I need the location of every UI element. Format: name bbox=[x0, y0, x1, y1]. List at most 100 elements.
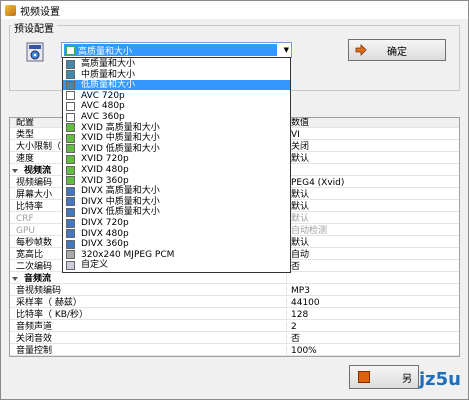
app-icon bbox=[5, 4, 16, 16]
grid-key: 关闭音效 bbox=[16, 334, 53, 344]
divx-icon bbox=[66, 197, 75, 207]
xvid-icon bbox=[66, 154, 75, 164]
mjpeg-icon bbox=[66, 250, 75, 260]
dropdown-item[interactable]: 自定义 bbox=[63, 260, 290, 270]
grid-row[interactable]: 音视频编码 MP3 bbox=[10, 286, 459, 296]
grid-row[interactable]: 采样率（ 赫兹） 44100 bbox=[10, 298, 459, 308]
preset-group-label: 预设配置 bbox=[11, 20, 57, 35]
chevron-down-icon[interactable]: ▼ bbox=[284, 46, 289, 54]
dropdown-item[interactable]: 中质量和大小 bbox=[63, 70, 290, 80]
watermark-logo: jz5u bbox=[419, 369, 461, 390]
dropdown-item-label: 320x240 MJPEG PCM bbox=[81, 249, 175, 260]
dropdown-item[interactable]: XVID 低质量和大小 bbox=[63, 144, 290, 154]
avi-file-icon bbox=[26, 42, 44, 62]
dropdown-item[interactable]: 低质量和大小 bbox=[63, 80, 290, 91]
xvid-icon bbox=[66, 123, 75, 133]
dropdown-item-label: XVID 360p bbox=[81, 175, 129, 186]
mpeg-icon bbox=[66, 45, 75, 55]
grid-key: 宽高比 bbox=[16, 250, 44, 260]
grid-row[interactable]: 关闭音效 否 bbox=[10, 334, 459, 344]
mpeg-icon bbox=[66, 70, 75, 80]
dropdown-item[interactable]: 320x240 MJPEG PCM bbox=[63, 250, 290, 260]
grid-row[interactable]: 音量控制 100% bbox=[10, 346, 459, 356]
grid-key: 采样率（ 赫兹） bbox=[16, 298, 82, 308]
dropdown-item[interactable]: AVC 720p bbox=[63, 91, 290, 101]
grid-value: 自动检测 bbox=[286, 226, 327, 236]
dropdown-item-label: DIVX 中质量和大小 bbox=[81, 196, 160, 207]
grid-value bbox=[286, 274, 291, 284]
ok-button-label: 确定 bbox=[387, 46, 407, 58]
mpeg-icon bbox=[66, 59, 75, 69]
dropdown-item[interactable]: XVID 高质量和大小 bbox=[63, 123, 290, 133]
dropdown-item[interactable]: DIVX 中质量和大小 bbox=[63, 197, 290, 207]
grid-value: 否 bbox=[286, 334, 300, 344]
avc-icon bbox=[66, 101, 75, 111]
dropdown-item-label: AVC 720p bbox=[81, 90, 125, 101]
dropdown-item-label: AVC 360p bbox=[81, 112, 125, 122]
grid-key: 音频声道 bbox=[16, 322, 53, 332]
dropdown-item[interactable]: XVID 720p bbox=[63, 154, 290, 164]
dropdown-item-label: 中质量和大小 bbox=[81, 69, 136, 80]
grid-key: 视频编码 bbox=[16, 178, 53, 188]
video-settings-window: 视频设置 预设配置 高质量和大小 ▼ 确定 配置 数值 类型 VI 大小限制（ 关闭 速度默… bbox=[0, 0, 469, 400]
divx-icon bbox=[66, 186, 75, 196]
grid-category[interactable]: 音频流 bbox=[10, 274, 459, 284]
grid-key: 比特率（ KB/秒） bbox=[16, 310, 88, 320]
dropdown-item[interactable]: DIVX 720p bbox=[63, 218, 290, 228]
grid-key: CRF bbox=[16, 214, 34, 224]
dropdown-item-label: XVID 高质量和大小 bbox=[81, 122, 160, 133]
dropdown-item[interactable]: DIVX 高质量和大小 bbox=[63, 186, 290, 196]
divx-icon bbox=[66, 239, 75, 249]
grid-key: 比特率 bbox=[16, 202, 44, 212]
dropdown-item[interactable]: XVID 360p bbox=[63, 176, 290, 186]
dropdown-item[interactable]: DIVX 低质量和大小 bbox=[63, 207, 290, 217]
grid-key: 大小限制（ bbox=[16, 142, 62, 152]
bottom-button[interactable]: 另 bbox=[349, 365, 419, 389]
dropdown-item[interactable]: DIVX 360p bbox=[63, 239, 290, 249]
grid-value: PEG4 (Xvid) bbox=[286, 178, 344, 188]
dropdown-item-label: 高质量和大小 bbox=[81, 59, 136, 69]
arrow-right-icon bbox=[355, 44, 367, 56]
xvid-icon bbox=[66, 165, 75, 175]
divx-icon bbox=[66, 207, 75, 217]
grid-key: 视频流 bbox=[24, 166, 52, 176]
dropdown-item[interactable]: XVID 480p bbox=[63, 165, 290, 175]
avc-icon bbox=[66, 91, 75, 101]
preset-combo-value: 高质量和大小 bbox=[78, 46, 133, 57]
dropdown-item[interactable]: XVID 中质量和大小 bbox=[63, 133, 290, 143]
stop-icon bbox=[358, 371, 370, 383]
grid-key: 二次编码 bbox=[16, 262, 53, 272]
grid-value: MP3 bbox=[286, 286, 310, 296]
preset-dropdown-list[interactable]: 高质量和大小 中质量和大小 低质量和大小 AVC 720p AVC 480p AVC 36… bbox=[62, 57, 291, 273]
collapse-icon[interactable] bbox=[12, 277, 18, 282]
dropdown-item-label: XVID 720p bbox=[81, 154, 129, 165]
ok-button[interactable]: 确定 bbox=[348, 39, 446, 61]
dropdown-item[interactable]: DIVX 480p bbox=[63, 229, 290, 239]
dropdown-item-label: 自定义 bbox=[81, 260, 109, 271]
dropdown-item[interactable]: 高质量和大小 bbox=[63, 59, 290, 69]
grid-key: 音视频编码 bbox=[16, 286, 62, 296]
custom-icon bbox=[66, 260, 75, 270]
dropdown-item-label: XVID 低质量和大小 bbox=[81, 143, 160, 154]
grid-value: 100% bbox=[286, 346, 317, 356]
grid-row[interactable]: 比特率（ KB/秒） 128 bbox=[10, 310, 459, 320]
grid-key: 速度 bbox=[16, 154, 35, 164]
mpeg-icon bbox=[66, 80, 75, 90]
grid-key: 类型 bbox=[16, 130, 35, 140]
title-bar: 视频设置 bbox=[1, 1, 468, 19]
grid-key: 每秒帧数 bbox=[16, 238, 53, 248]
dropdown-item-label: DIVX 高质量和大小 bbox=[81, 186, 160, 197]
xvid-icon bbox=[66, 144, 75, 154]
dropdown-item-label: XVID 480p bbox=[81, 165, 129, 175]
dropdown-item-label: AVC 480p bbox=[81, 101, 125, 112]
grid-row[interactable]: 音频声道 2 bbox=[10, 322, 459, 332]
collapse-icon[interactable] bbox=[12, 169, 18, 174]
xvid-icon bbox=[66, 176, 75, 186]
dropdown-item-label: XVID 中质量和大小 bbox=[81, 133, 160, 144]
grid-value: 44100 bbox=[286, 298, 320, 308]
bottom-button-label: 另 bbox=[402, 373, 412, 385]
dropdown-item[interactable]: AVC 360p bbox=[63, 112, 290, 122]
avc-icon bbox=[66, 112, 75, 122]
preset-combo[interactable]: 高质量和大小 ▼ bbox=[61, 42, 292, 58]
dropdown-item[interactable]: AVC 480p bbox=[63, 101, 290, 111]
